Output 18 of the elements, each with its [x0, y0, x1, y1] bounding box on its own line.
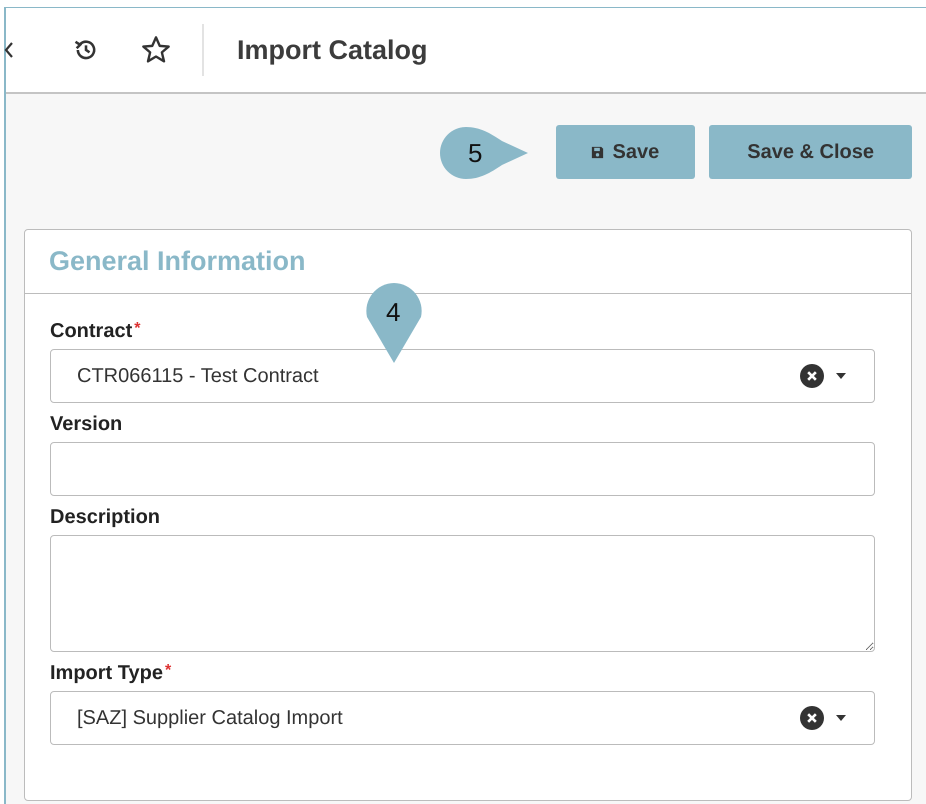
clear-icon[interactable]: [800, 364, 824, 388]
dropdown-field[interactable]: CTR066115 - Test Contract: [50, 349, 875, 403]
page-title: Import Catalog: [237, 34, 428, 66]
back-icon[interactable]: [4, 40, 14, 60]
step-callout: 4: [365, 283, 423, 363]
clear-icon[interactable]: [800, 706, 824, 730]
field-label: Description: [50, 506, 162, 529]
input-field[interactable]: [50, 442, 875, 496]
section-title: General Information: [49, 246, 306, 277]
field-label: Contract*: [50, 320, 142, 343]
step-callout: 5: [440, 127, 528, 179]
caret-icon[interactable]: [836, 373, 846, 379]
caret-icon[interactable]: [836, 715, 846, 721]
save-button[interactable]: Save & Close: [709, 125, 912, 179]
field-label: Version: [50, 413, 124, 436]
field-label: Import Type*: [50, 662, 172, 685]
dropdown-field[interactable]: [SAZ] Supplier Catalog Import: [50, 691, 875, 745]
save-button[interactable]: Save: [556, 125, 696, 179]
